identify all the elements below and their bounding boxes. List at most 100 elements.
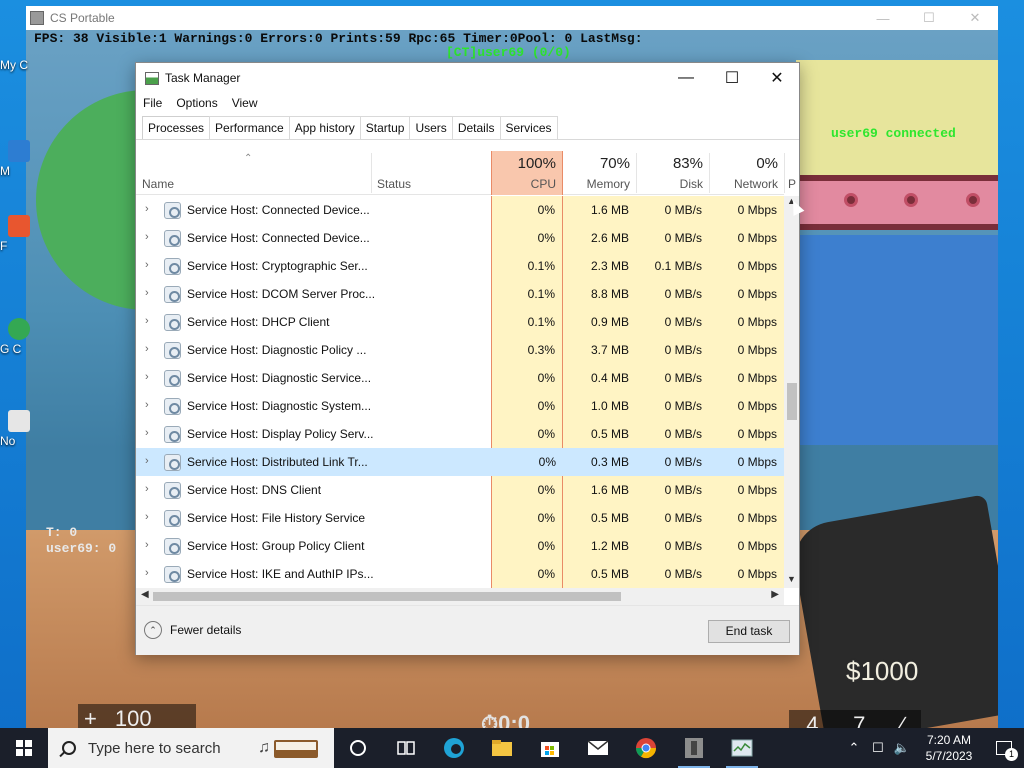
column-header-disk[interactable]: 83% Disk bbox=[636, 151, 709, 195]
service-host-icon bbox=[164, 426, 181, 443]
maximize-button[interactable]: ☐ bbox=[709, 63, 755, 93]
column-header-cpu[interactable]: 100% CPU bbox=[491, 151, 563, 195]
memory-cell: 1.0 MB bbox=[563, 392, 636, 420]
process-row[interactable]: › Service Host: Distributed Link Tr... 0% 0… bbox=[136, 448, 784, 476]
game-titlebar[interactable]: CS Portable — ☐ ✕ bbox=[26, 6, 998, 30]
column-header-memory[interactable]: 70% Memory bbox=[563, 151, 636, 195]
fewer-details-button[interactable]: ⌃ Fewer details bbox=[144, 621, 241, 639]
expand-chevron-icon[interactable]: › bbox=[145, 315, 155, 329]
column-header-name[interactable]: Name bbox=[136, 151, 371, 195]
service-host-icon bbox=[164, 370, 181, 387]
mail-button[interactable] bbox=[574, 728, 622, 768]
tab-users[interactable]: Users bbox=[409, 116, 453, 139]
menu-options[interactable]: Options bbox=[169, 93, 224, 115]
memory-cell: 0.9 MB bbox=[563, 308, 636, 336]
process-row[interactable]: › Service Host: Group Policy Client 0% 1.2 … bbox=[136, 532, 784, 560]
process-row[interactable]: › Service Host: Cryptographic Ser... 0.1% 2… bbox=[136, 252, 784, 280]
desktop-icon-gc[interactable]: G C bbox=[0, 318, 30, 356]
expand-chevron-icon[interactable]: › bbox=[145, 343, 155, 357]
network-icon[interactable]: ☐ bbox=[866, 740, 890, 756]
memory-cell: 2.3 MB bbox=[563, 252, 636, 280]
vertical-scrollbar[interactable]: ▲ ▼ bbox=[784, 196, 799, 588]
service-host-icon bbox=[164, 230, 181, 247]
expand-chevron-icon[interactable]: › bbox=[145, 399, 155, 413]
menu-bar: File Options View bbox=[136, 93, 265, 115]
game-close-button[interactable]: ✕ bbox=[952, 6, 998, 30]
chrome-icon bbox=[635, 738, 657, 759]
end-task-button[interactable]: End task bbox=[708, 620, 790, 643]
service-host-icon bbox=[164, 286, 181, 303]
task-manager-titlebar[interactable]: Task Manager — ☐ ✕ bbox=[136, 63, 799, 93]
game-minimize-button[interactable]: — bbox=[860, 6, 906, 30]
expand-chevron-icon[interactable]: › bbox=[145, 427, 155, 441]
task-manager-window[interactable]: Task Manager — ☐ ✕ File Options View Pro… bbox=[135, 62, 800, 655]
tab-details[interactable]: Details bbox=[451, 116, 501, 139]
footer-bar: ⌃ Fewer details End task bbox=[136, 605, 799, 655]
tab-performance[interactable]: Performance bbox=[209, 116, 290, 139]
process-row[interactable]: › Service Host: DCOM Server Proc... 0.1% 8.… bbox=[136, 280, 784, 308]
close-button[interactable]: ✕ bbox=[754, 63, 800, 93]
microsoft-store-button[interactable] bbox=[526, 728, 574, 768]
column-header-status[interactable]: Status bbox=[371, 151, 491, 195]
tab-app-history[interactable]: App history bbox=[288, 116, 361, 139]
notepad-desktop-icon bbox=[8, 410, 30, 432]
process-row[interactable]: › Service Host: Diagnostic System... 0% 1.0… bbox=[136, 392, 784, 420]
expand-chevron-icon[interactable]: › bbox=[145, 455, 155, 469]
tab-services[interactable]: Services bbox=[499, 116, 558, 139]
expand-chevron-icon[interactable]: › bbox=[145, 539, 155, 553]
process-row[interactable]: › Service Host: DNS Client 0% 1.6 MB 0 MB/s 0… bbox=[136, 476, 784, 504]
process-name: Service Host: Diagnostic System... bbox=[187, 399, 372, 413]
task-manager-taskbar-button[interactable] bbox=[718, 728, 766, 768]
process-row[interactable]: › Service Host: Diagnostic Service... 0% 0.… bbox=[136, 364, 784, 392]
desktop-icon-m[interactable]: M bbox=[0, 140, 30, 178]
expand-chevron-icon[interactable]: › bbox=[145, 203, 155, 217]
minimize-button[interactable]: — bbox=[663, 63, 709, 93]
network-cell: 0 Mbps bbox=[709, 308, 784, 336]
desktop-icon-my-computer[interactable]: My C bbox=[0, 58, 30, 72]
tab-processes[interactable]: Processes bbox=[142, 116, 211, 140]
expand-chevron-icon[interactable]: › bbox=[145, 371, 155, 385]
process-row[interactable]: › Service Host: IKE and AuthIP IPs... 0% 0.… bbox=[136, 560, 784, 588]
status-cell bbox=[371, 336, 491, 364]
process-row[interactable]: › Service Host: Display Policy Serv... 0% 0… bbox=[136, 420, 784, 448]
tab-startup[interactable]: Startup bbox=[359, 116, 411, 139]
taskbar-search-box[interactable]: Type here to search ♫ bbox=[48, 728, 334, 768]
expand-chevron-icon[interactable]: › bbox=[145, 231, 155, 245]
scroll-down-icon[interactable]: ▼ bbox=[784, 574, 799, 588]
process-row[interactable]: › Service Host: Connected Device... 0% 1.6 … bbox=[136, 196, 784, 224]
expand-chevron-icon[interactable]: › bbox=[145, 287, 155, 301]
desktop-icon-f[interactable]: F bbox=[0, 215, 30, 253]
chevron-up-icon[interactable]: ⌃ bbox=[842, 740, 866, 756]
horizontal-scrollbar[interactable]: ◀ ▶ bbox=[136, 588, 784, 605]
column-header-network[interactable]: 0% Network bbox=[709, 151, 784, 195]
file-explorer-button[interactable] bbox=[478, 728, 526, 768]
column-header-power[interactable]: P bbox=[786, 151, 798, 195]
windows-logo-icon bbox=[16, 740, 32, 756]
task-view-button[interactable] bbox=[382, 728, 430, 768]
expand-chevron-icon[interactable]: › bbox=[145, 567, 155, 581]
scroll-left-icon[interactable]: ◀ bbox=[141, 589, 149, 600]
expand-chevron-icon[interactable]: › bbox=[145, 483, 155, 497]
process-row[interactable]: › Service Host: Connected Device... 0% 2.6 … bbox=[136, 224, 784, 252]
expand-chevron-icon[interactable]: › bbox=[145, 259, 155, 273]
menu-view[interactable]: View bbox=[225, 93, 265, 115]
desktop-icon-no[interactable]: No bbox=[0, 410, 30, 448]
vertical-scroll-thumb[interactable] bbox=[787, 383, 797, 420]
notification-badge: 1 bbox=[1005, 748, 1018, 761]
cs-portable-taskbar-button[interactable] bbox=[670, 728, 718, 768]
clock[interactable]: 7:20 AM 5/7/2023 bbox=[914, 732, 984, 764]
cortana-button[interactable] bbox=[334, 728, 382, 768]
process-row[interactable]: › Service Host: File History Service 0% 0.5… bbox=[136, 504, 784, 532]
horizontal-scroll-thumb[interactable] bbox=[153, 592, 621, 601]
scroll-right-icon[interactable]: ▶ bbox=[771, 589, 779, 600]
expand-chevron-icon[interactable]: › bbox=[145, 511, 155, 525]
game-maximize-button[interactable]: ☐ bbox=[906, 6, 952, 30]
process-row[interactable]: › Service Host: Diagnostic Policy ... 0.3%… bbox=[136, 336, 784, 364]
edge-button[interactable] bbox=[430, 728, 478, 768]
notification-center-button[interactable]: 1 bbox=[984, 728, 1024, 768]
volume-icon[interactable]: 🔈 bbox=[890, 740, 914, 756]
menu-file[interactable]: File bbox=[136, 93, 169, 115]
process-row[interactable]: › Service Host: DHCP Client 0.1% 0.9 MB 0 MB… bbox=[136, 308, 784, 336]
chrome-button[interactable] bbox=[622, 728, 670, 768]
start-button[interactable] bbox=[0, 728, 48, 768]
